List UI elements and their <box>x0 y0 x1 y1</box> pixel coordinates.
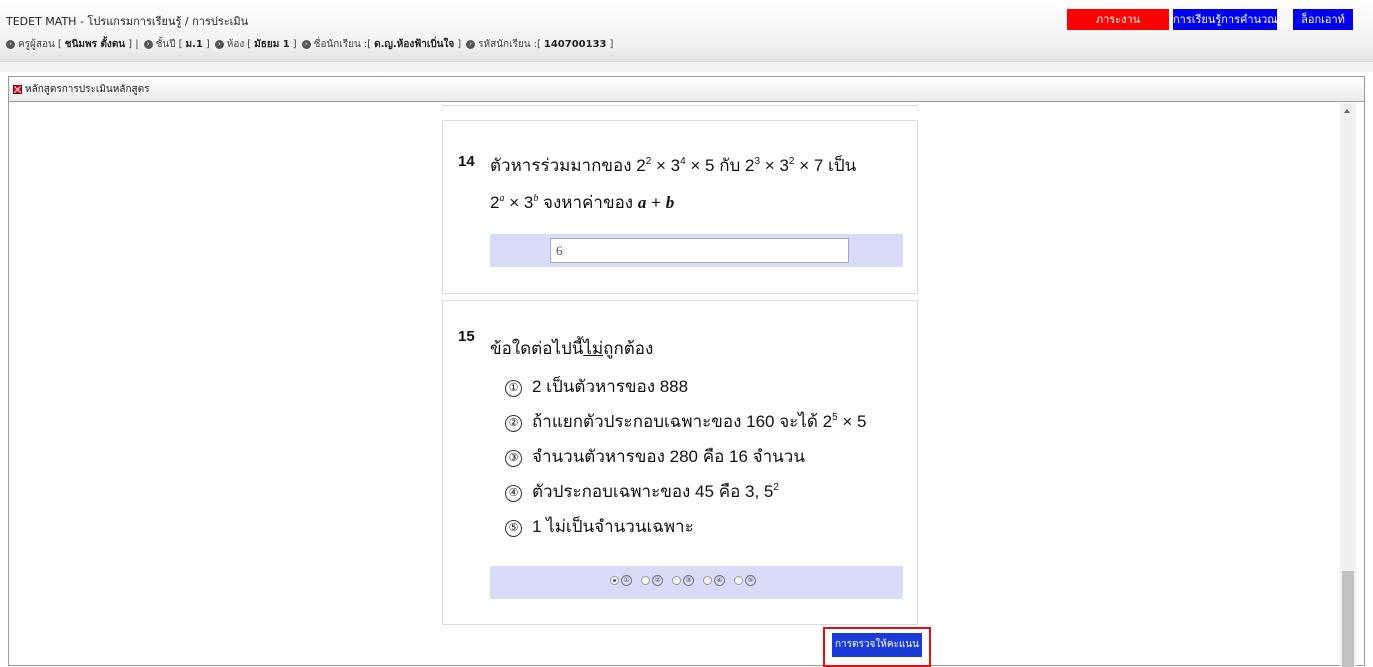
grade-submit-button[interactable]: การตรวจให้คะแนน <box>832 633 922 657</box>
radio-choice-5[interactable]: ⑤ <box>734 575 756 586</box>
header-divider <box>0 62 1373 72</box>
radio-icon[interactable] <box>641 576 650 585</box>
user-info-line: › ครูผู้สอน[ ชนิมพร ตั้งตน] | › ชั้นปี[ … <box>4 37 613 52</box>
close-icon[interactable] <box>13 84 22 94</box>
radio-choice-1[interactable]: ① <box>610 575 632 586</box>
choice-3: ③ จำนวนตัวหารของ 280 คือ 16 จำนวน <box>505 443 805 470</box>
choice-5-mark: ⑤ <box>505 520 522 537</box>
homework-button[interactable]: ภาระงาน <box>1067 9 1169 30</box>
answer-bar: 6 <box>490 234 903 267</box>
room-value: มัธยม 1 <box>254 39 290 50</box>
choice-5: ⑤1 ไม่เป็นจำนวนเฉพาะ <box>505 513 694 540</box>
info-bullet-icon: › <box>6 40 15 49</box>
radio-icon[interactable] <box>734 576 743 585</box>
vertical-scrollbar[interactable] <box>1340 103 1356 667</box>
choice-radio-group: ① ② ③ ④ ⑤ <box>610 575 756 586</box>
room-label: ห้อง <box>226 39 245 50</box>
choice-3-mark: ③ <box>505 450 522 467</box>
panel-title: หลักสูตรการประเมินหลักสูตร <box>25 83 150 95</box>
student-id: 140700133 <box>543 39 607 50</box>
radio-icon[interactable] <box>703 576 712 585</box>
teacher-label: ครูผู้สอน <box>18 39 55 50</box>
choice-2-mark: ② <box>505 415 522 432</box>
question-prompt: ข้อใดต่อไปนี้ไม่ถูกต้อง <box>490 339 654 358</box>
assessment-panel: หลักสูตรการประเมินหลักสูตร 14 ตัวหารร่วม… <box>8 76 1365 667</box>
radio-selected-icon[interactable] <box>610 576 619 585</box>
radio-choice-4[interactable]: ④ <box>703 575 725 586</box>
question-scroll-area[interactable]: 14 ตัวหารร่วมมากของ 22 × 34 × 5 กับ 23 ×… <box>9 103 1364 667</box>
info-bullet-icon: › <box>301 40 311 49</box>
radio-choice-3[interactable]: ③ <box>672 575 694 586</box>
panel-header: หลักสูตรการประเมินหลักสูตร <box>9 77 1364 102</box>
question-card-15: 15 ข้อใดต่อไปนี้ไม่ถูกต้อง ①2 เป็นตัวหาร… <box>442 300 918 625</box>
question-card-13 <box>442 103 918 106</box>
app-title: TEDET MATH - โปรแกรมการเรียนรู้ / การประ… <box>6 15 249 28</box>
radio-icon[interactable] <box>672 576 681 585</box>
logout-button[interactable]: ล็อกเอาท์ <box>1293 9 1353 30</box>
radio-choice-2[interactable]: ② <box>641 575 663 586</box>
question-number: 15 <box>458 328 475 345</box>
info-bullet-icon: › <box>466 40 476 49</box>
scrollbar-thumb[interactable] <box>1342 571 1354 667</box>
choice-1-mark: ① <box>505 380 522 397</box>
scroll-up-arrow-icon[interactable] <box>1344 109 1350 113</box>
choice-1: ①2 เป็นตัวหารของ 888 <box>505 373 688 400</box>
submit-highlight: การตรวจให้คะแนน <box>823 627 931 667</box>
teacher-name: ชนิมพร ตั้งตน <box>64 39 126 50</box>
learning-button[interactable]: การเรียนรู้การคำนวณ <box>1173 9 1277 30</box>
info-bullet-icon: › <box>214 40 224 49</box>
question-card-14: 14 ตัวหารร่วมมากของ 22 × 34 × 5 กับ 23 ×… <box>442 120 918 294</box>
student-id-label: รหัสนักเรียน <box>478 39 531 50</box>
choice-radio-bar: ① ② ③ ④ ⑤ <box>490 566 903 599</box>
grade-label: ชั้นปี <box>155 39 176 50</box>
question-text-line1: ตัวหารร่วมมากของ 22 × 34 × 5 กับ 23 × 32… <box>490 156 857 175</box>
student-name-label: ชื่อนักเรียน <box>313 39 361 50</box>
info-bullet-icon: › <box>143 40 153 49</box>
question-number: 14 <box>458 153 475 170</box>
app-header: TEDET MATH - โปรแกรมการเรียนรู้ / การประ… <box>0 0 1373 62</box>
choice-2: ② ถ้าแยกตัวประกอบเฉพาะของ 160 จะได้ 25 × … <box>505 408 866 435</box>
student-name: ด.ญ.ห้องฟ้าเบิ่นใจ <box>374 39 455 50</box>
choice-4: ④ ตัวประกอบเฉพาะของ 45 คือ 3, 52 <box>505 478 779 505</box>
answer-input[interactable]: 6 <box>550 238 849 263</box>
grade-value: ม.1 <box>185 39 203 50</box>
choice-4-mark: ④ <box>505 485 522 502</box>
question-text-line2: 2a × 3b จงหาค่าของ a + b <box>490 193 675 212</box>
